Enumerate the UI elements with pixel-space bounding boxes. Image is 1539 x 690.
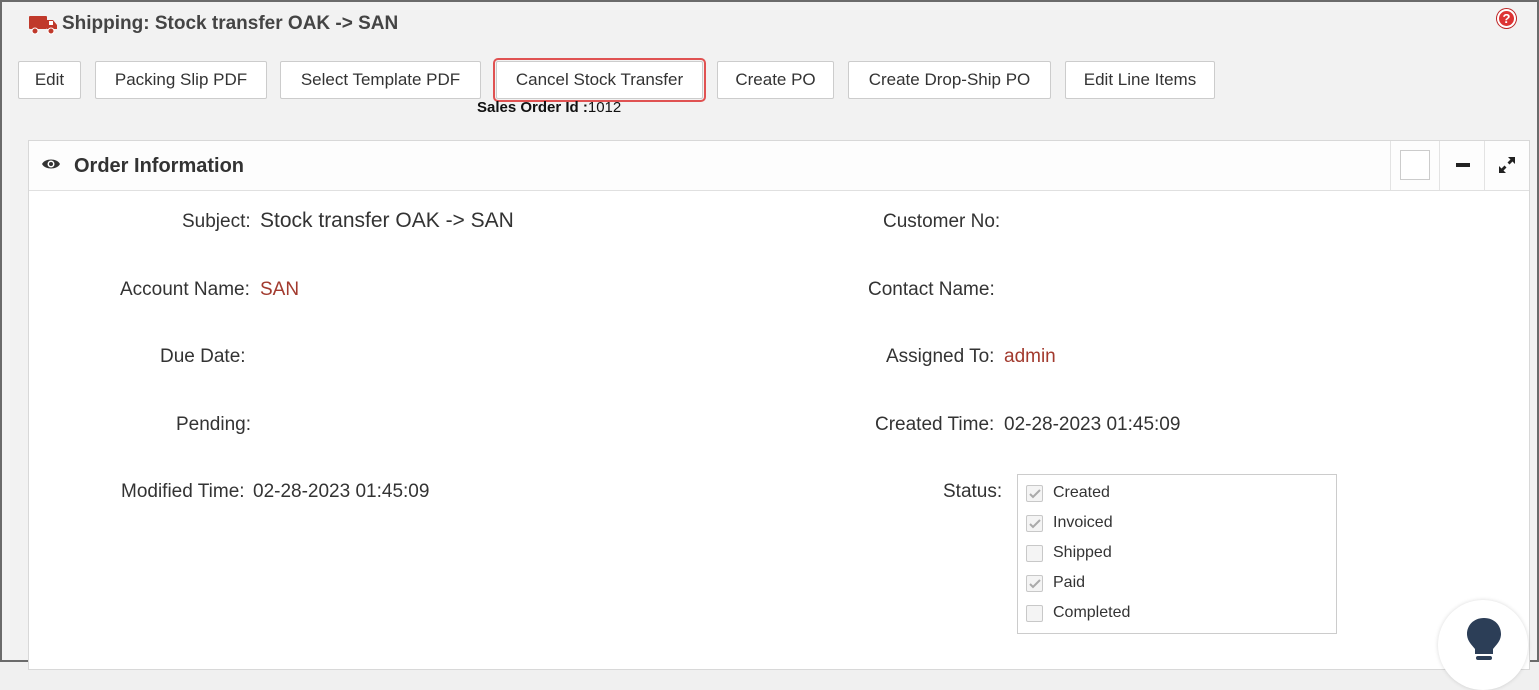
created-time-label: Created Time: xyxy=(875,414,995,435)
status-option-label: Shipped xyxy=(1053,544,1112,561)
modified-time-label: Modified Time: xyxy=(121,481,245,502)
sales-order-id: Sales Order Id :1012 xyxy=(477,99,621,116)
edit-line-items-button[interactable]: Edit Line Items xyxy=(1065,61,1215,99)
app-window: Shipping: Stock transfer OAK -> SAN ? Ed… xyxy=(0,0,1539,690)
help-fab-button[interactable] xyxy=(1438,600,1528,690)
edit-button[interactable]: Edit xyxy=(18,61,81,99)
due-date-label: Due Date: xyxy=(160,346,246,367)
status-option-completed[interactable]: Completed xyxy=(1026,602,1130,624)
packing-slip-pdf-button[interactable]: Packing Slip PDF xyxy=(95,61,267,99)
cancel-stock-transfer-button[interactable]: Cancel Stock Transfer xyxy=(493,58,706,102)
checkbox-invoiced[interactable] xyxy=(1026,514,1043,532)
status-option-label: Paid xyxy=(1053,574,1086,591)
checkmark-icon xyxy=(1029,578,1041,588)
status-option-label: Invoiced xyxy=(1053,514,1113,531)
account-name-link[interactable]: SAN xyxy=(260,279,299,301)
help-icon[interactable]: ? xyxy=(1497,9,1516,28)
create-po-button[interactable]: Create PO xyxy=(717,61,834,99)
subject-label: Subject: xyxy=(182,211,251,232)
status-option-label: Created xyxy=(1053,484,1110,501)
subject-value: Stock transfer OAK -> SAN xyxy=(260,209,514,232)
status-checklist: Created Invoiced Shipped Paid Completed xyxy=(1017,474,1337,634)
eye-icon xyxy=(42,159,60,169)
status-label: Status: xyxy=(943,481,1003,502)
status-option-label: Completed xyxy=(1053,604,1131,621)
panel-title: Order Information xyxy=(74,155,245,177)
created-time-value: 02-28-2023 01:45:09 xyxy=(1004,414,1181,435)
expand-icon xyxy=(1499,157,1515,173)
create-drop-ship-po-button[interactable]: Create Drop-Ship PO xyxy=(848,61,1051,99)
page-title: Shipping: Stock transfer OAK -> SAN xyxy=(62,13,399,34)
minimize-icon xyxy=(1456,163,1470,167)
page-header: Shipping: Stock transfer OAK -> SAN xyxy=(28,10,398,38)
status-option-paid[interactable]: Paid xyxy=(1026,572,1085,594)
contact-name-label: Contact Name: xyxy=(868,279,995,300)
sales-order-id-label: Sales Order Id : xyxy=(477,99,588,116)
checkbox-completed[interactable] xyxy=(1026,604,1043,622)
checkmark-icon xyxy=(1029,518,1041,528)
account-name-label: Account Name: xyxy=(120,279,250,300)
assigned-to-link[interactable]: admin xyxy=(1004,346,1056,368)
checkmark-icon xyxy=(1029,488,1041,498)
status-option-invoiced[interactable]: Invoiced xyxy=(1026,512,1113,534)
pending-label: Pending: xyxy=(176,414,252,435)
checkbox-paid[interactable] xyxy=(1026,574,1043,592)
truck-icon xyxy=(29,16,57,35)
select-template-pdf-button[interactable]: Select Template PDF xyxy=(280,61,481,99)
panel-header: Order Information xyxy=(29,141,1529,191)
modified-time-value: 02-28-2023 01:45:09 xyxy=(253,481,430,502)
status-option-shipped[interactable]: Shipped xyxy=(1026,542,1112,564)
checkbox-icon[interactable] xyxy=(1400,150,1430,180)
minimize-button[interactable] xyxy=(1439,141,1484,190)
assigned-to-label: Assigned To: xyxy=(886,346,995,367)
customer-no-label: Customer No: xyxy=(883,211,1001,232)
lightbulb-icon xyxy=(1467,618,1501,660)
sales-order-id-value: 1012 xyxy=(587,99,622,116)
checkbox-created[interactable] xyxy=(1026,484,1043,502)
checkbox-shipped[interactable] xyxy=(1026,544,1043,562)
status-option-created[interactable]: Created xyxy=(1026,482,1110,504)
expand-button[interactable] xyxy=(1484,141,1529,190)
